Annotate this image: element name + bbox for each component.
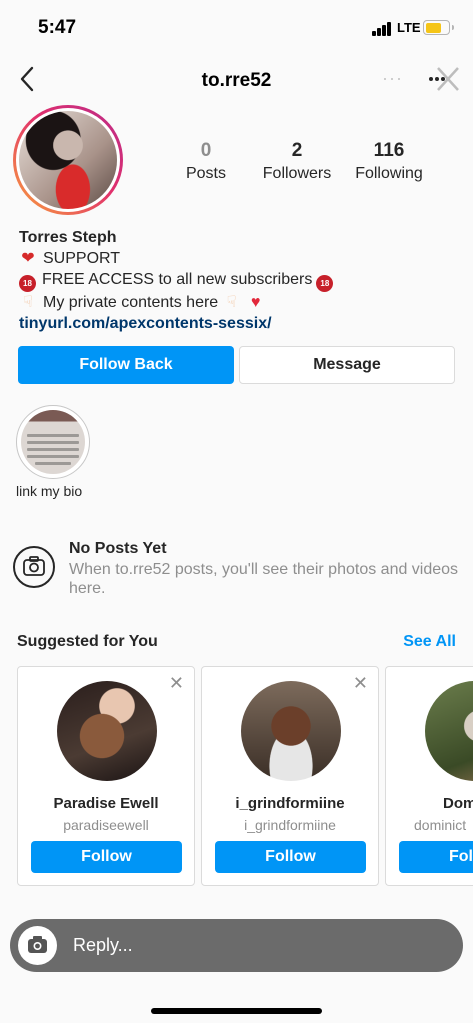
dismiss-icon[interactable]: ✕ xyxy=(169,673,184,694)
home-indicator xyxy=(151,1008,322,1014)
suggestion-card[interactable]: ✕ Paradise Ewell paradiseewell Follow xyxy=(17,666,195,886)
heart-icon: ❤ xyxy=(21,250,35,267)
display-name: Torres Steph xyxy=(19,229,117,246)
following-number: 116 xyxy=(373,140,405,161)
posts-number: 0 xyxy=(200,140,212,161)
followers-number: 2 xyxy=(291,140,303,161)
dismiss-icon[interactable]: ✕ xyxy=(353,673,368,694)
status-bar: 5:47 LTE xyxy=(0,0,473,58)
followers-count[interactable]: 2 Followers xyxy=(258,140,336,183)
suggested-title: Suggested for You xyxy=(17,633,158,650)
follow-back-button[interactable]: Follow Back xyxy=(18,346,234,384)
message-button[interactable]: Message xyxy=(239,346,455,384)
bio-line-1-text: SUPPORT xyxy=(43,250,121,267)
follow-button[interactable]: Follow xyxy=(215,841,366,873)
posts-label: Posts xyxy=(185,165,226,182)
suggestion-name: i_grindformiine xyxy=(235,795,345,812)
avatar-photo xyxy=(19,111,117,209)
highlight-image xyxy=(21,410,85,474)
pointing-down-icon: ☟ xyxy=(23,294,33,311)
story-highlight[interactable]: link my bio xyxy=(16,405,90,499)
suggestion-handle: dominict xyxy=(414,817,467,833)
kiss-icon: ♥ xyxy=(250,294,261,311)
bio-line-support: ❤ SUPPORT xyxy=(19,248,459,269)
bio-line-3-text: My private contents here xyxy=(43,294,219,311)
suggestion-avatar[interactable] xyxy=(57,681,157,781)
suggestion-card[interactable]: ✕ i_grindformiine i_grindformiine Follow xyxy=(201,666,379,886)
highlight-label: link my bio xyxy=(16,483,83,499)
posts-count: 0 Posts xyxy=(182,140,230,183)
follow-button[interactable]: Fol xyxy=(399,841,473,873)
bio-line-2-text: FREE ACCESS to all new subscribers xyxy=(42,271,313,288)
suggestion-name: Paradise Ewell xyxy=(53,795,159,812)
suggestion-avatar[interactable] xyxy=(241,681,341,781)
reply-input[interactable]: Reply... xyxy=(73,935,133,956)
profile-header: to.rre52 ··· xyxy=(0,58,473,102)
more-options-icon[interactable] xyxy=(425,64,461,94)
suggestion-handle: i_grindformiine xyxy=(244,817,336,833)
see-all-link[interactable]: See All xyxy=(403,633,456,651)
bio-link[interactable]: tinyurl.com/apexcontents-sessix/ xyxy=(19,313,459,334)
camera-icon xyxy=(28,936,47,953)
no-under-18-icon: 18 xyxy=(19,275,36,292)
suggestion-card[interactable]: Dom dominict Fol xyxy=(385,666,473,886)
network-label: LTE xyxy=(397,20,421,35)
suggestion-name: Dom xyxy=(443,795,473,812)
followers-label: Followers xyxy=(262,165,332,182)
follow-button[interactable]: Follow xyxy=(31,841,182,873)
more-options-ghost-icon: ··· xyxy=(382,68,403,88)
camera-icon xyxy=(13,546,55,588)
reply-bar[interactable]: Reply... xyxy=(10,919,463,972)
no-under-18-icon: 18 xyxy=(316,275,334,292)
suggestion-avatar[interactable] xyxy=(425,681,473,781)
profile-avatar[interactable] xyxy=(13,105,123,215)
bio-line-contents: ☟ My private contents here ☟ ♥ xyxy=(19,292,459,313)
bio-line-access: 18 FREE ACCESS to all new subscribers 18 xyxy=(19,269,459,292)
camera-button[interactable] xyxy=(18,926,57,965)
suggestion-handle: paradiseewell xyxy=(63,817,149,833)
following-count[interactable]: 116 Following xyxy=(350,140,428,183)
following-label: Following xyxy=(355,165,423,182)
no-posts-text: When to.rre52 posts, you'll see their ph… xyxy=(69,561,459,597)
pointing-down-icon: ☟ xyxy=(226,294,237,311)
battery-icon xyxy=(423,20,454,35)
signal-icon xyxy=(372,22,392,36)
status-time: 5:47 xyxy=(38,17,77,38)
highlight-cover xyxy=(16,405,90,479)
profile-bio: Torres Steph ❤ SUPPORT 18 FREE ACCESS to a… xyxy=(19,227,459,334)
no-posts-title: No Posts Yet xyxy=(69,540,167,557)
